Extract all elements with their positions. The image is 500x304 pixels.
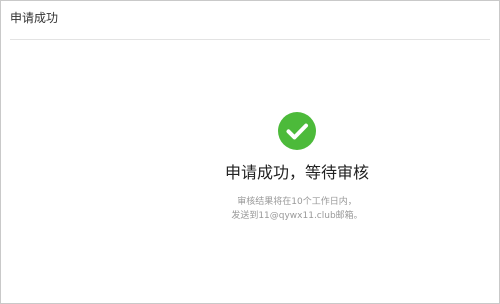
success-title: 申请成功，等待审核 xyxy=(224,163,369,182)
check-circle-icon xyxy=(278,112,316,150)
review-message: 审核结果将在10个工作日内， 发送到11@qywx11.club邮箱。 xyxy=(197,195,397,223)
header-divider xyxy=(10,39,490,40)
page-title: 申请成功 xyxy=(10,11,59,25)
page-header: 申请成功 xyxy=(1,1,499,39)
application-success-page: 申请成功 申请成功，等待审核 审核结果将在10个工作日内， 发送到11@qywx… xyxy=(0,0,500,304)
review-message-line-2: 发送到11@qywx11.club邮箱。 xyxy=(231,211,363,221)
review-message-line-1: 审核结果将在10个工作日内， xyxy=(237,197,357,207)
